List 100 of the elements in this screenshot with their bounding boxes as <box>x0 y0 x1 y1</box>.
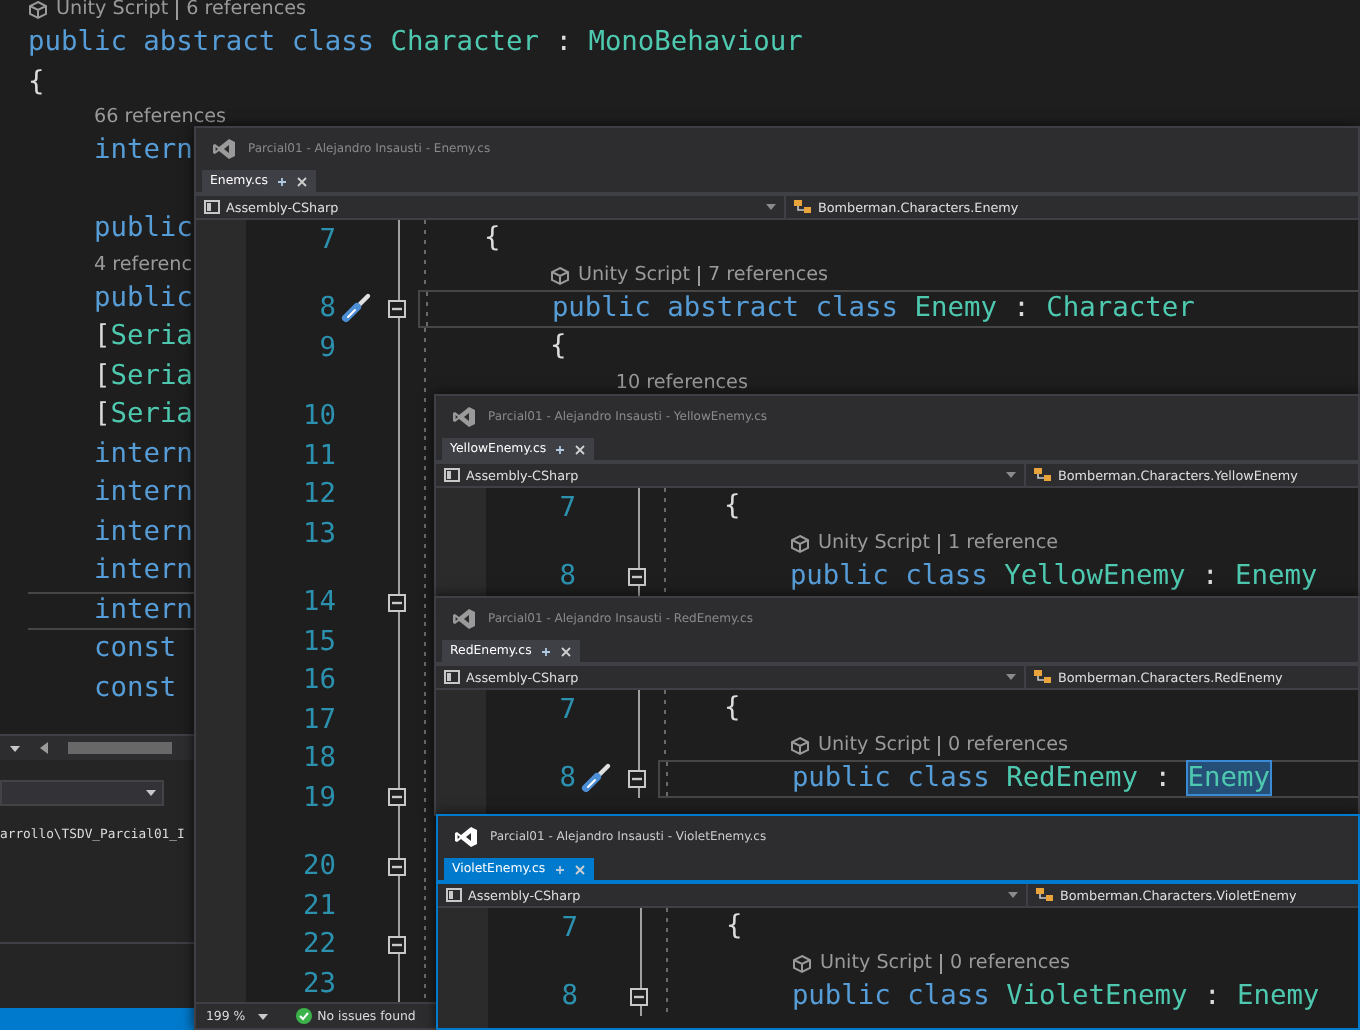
screwdriver-icon[interactable] <box>580 762 612 795</box>
caret-icon[interactable] <box>1006 674 1016 680</box>
dropdown-field[interactable] <box>0 780 164 806</box>
pin-icon[interactable] <box>539 645 552 657</box>
collapse-icon[interactable] <box>628 567 646 586</box>
class-icon <box>1034 468 1052 482</box>
logo-icon <box>452 405 476 427</box>
collapse-icon[interactable] <box>630 987 648 1006</box>
scrollbar-thumb[interactable] <box>68 742 172 754</box>
cube-icon <box>549 265 570 285</box>
caret-icon[interactable] <box>10 745 20 751</box>
logo-icon <box>212 137 236 159</box>
line-number: 19 <box>303 781 336 814</box>
codelens-text[interactable]: Unity Script 0 references <box>819 952 1070 974</box>
line-number: 20 <box>303 850 336 883</box>
line-number: 7 <box>559 693 576 726</box>
caret-icon[interactable] <box>257 1013 268 1019</box>
collapse-icon[interactable] <box>388 299 406 318</box>
line-number: 17 <box>303 703 336 736</box>
arrow-left-icon[interactable] <box>40 742 48 754</box>
project-icon <box>444 670 460 684</box>
code-line: intern <box>93 134 193 169</box>
cube-icon <box>789 533 810 553</box>
collapse-icon[interactable] <box>388 593 406 612</box>
caret-icon[interactable] <box>766 204 776 210</box>
code-line: public class RedEnemy : Enemy <box>791 761 1270 796</box>
code-line: public <box>93 212 193 247</box>
code-line: public abstract class Character : MonoBehaviour <box>28 26 803 61</box>
line-number: 8 <box>559 762 576 795</box>
close-icon[interactable] <box>574 443 587 455</box>
cube-icon <box>28 0 48 19</box>
line-number: 23 <box>303 967 336 1000</box>
code-line: public class VioletEnemy : Enemy <box>791 979 1320 1014</box>
cube-icon <box>791 953 812 973</box>
project-icon <box>446 888 462 902</box>
codelens-text[interactable]: Unity Script 1 reference <box>817 532 1058 554</box>
line-number: 8 <box>319 292 336 325</box>
code-line: { <box>723 490 741 525</box>
code-line: const <box>93 671 177 706</box>
close-icon[interactable] <box>559 645 572 657</box>
close-icon[interactable] <box>296 175 309 187</box>
codelens-text[interactable]: Unity Script 6 references <box>56 0 307 20</box>
line-number: 7 <box>561 911 578 944</box>
line-number: 14 <box>303 586 336 619</box>
code-line: { <box>28 65 45 100</box>
logo-icon <box>454 825 478 847</box>
codelens-text[interactable]: Unity Script 0 references <box>817 734 1068 756</box>
code-line: const <box>93 632 177 667</box>
code-line: [Seria <box>93 398 193 433</box>
collapse-icon[interactable] <box>628 769 646 788</box>
close-icon[interactable] <box>573 863 586 875</box>
class-icon <box>1036 888 1054 902</box>
cube-icon <box>789 735 810 755</box>
pin-icon[interactable] <box>553 863 566 875</box>
collapse-icon[interactable] <box>388 788 406 807</box>
line-number: 8 <box>561 980 578 1013</box>
codelens-text[interactable]: Unity Script 7 references <box>577 264 828 286</box>
line-number: 16 <box>303 664 336 697</box>
code-line: intern <box>93 515 193 550</box>
line-number: 9 <box>319 331 336 364</box>
project-icon <box>204 200 220 214</box>
code-line: public <box>93 281 193 316</box>
pin-icon[interactable] <box>276 175 289 187</box>
code-line: intern <box>93 437 193 472</box>
code-line: { <box>549 330 567 365</box>
code-line: intern <box>93 593 193 628</box>
code-line: { <box>725 910 743 945</box>
codelens-text[interactable]: 66 references <box>93 106 227 128</box>
line-number: 22 <box>303 928 336 961</box>
code-line: intern <box>93 554 193 589</box>
code-line: public abstract class Enemy : Character <box>551 291 1195 326</box>
logo-icon <box>452 607 476 629</box>
pin-icon[interactable] <box>554 443 567 455</box>
collapse-icon[interactable] <box>388 857 406 876</box>
screwdriver-icon[interactable] <box>340 292 372 325</box>
line-number: 18 <box>303 742 336 775</box>
codelens-text[interactable]: 10 references <box>615 372 748 394</box>
collapse-icon[interactable] <box>388 935 406 954</box>
line-number: 21 <box>303 889 336 922</box>
code-line: { <box>723 692 741 727</box>
codelens-text[interactable]: 4 referenc <box>93 253 193 275</box>
line-number: 12 <box>303 478 336 511</box>
line-number: 11 <box>303 439 336 472</box>
code-line: { <box>483 222 501 257</box>
line-number: 7 <box>559 491 576 524</box>
class-icon <box>794 200 812 214</box>
check-icon <box>295 1008 312 1024</box>
line-number: 13 <box>303 517 336 550</box>
line-number: 10 <box>303 400 336 433</box>
code-line: public class YellowEnemy : Enemy <box>789 559 1318 594</box>
code-line: [Seria <box>93 359 193 394</box>
code-line: intern <box>93 476 193 511</box>
code-line: [Seria <box>93 320 193 355</box>
class-icon <box>1034 670 1052 684</box>
caret-icon[interactable] <box>146 790 156 796</box>
line-number: 8 <box>559 560 576 593</box>
line-number: 7 <box>319 223 336 256</box>
line-number: 15 <box>303 625 336 658</box>
caret-icon[interactable] <box>1008 892 1018 898</box>
project-icon <box>444 468 460 482</box>
